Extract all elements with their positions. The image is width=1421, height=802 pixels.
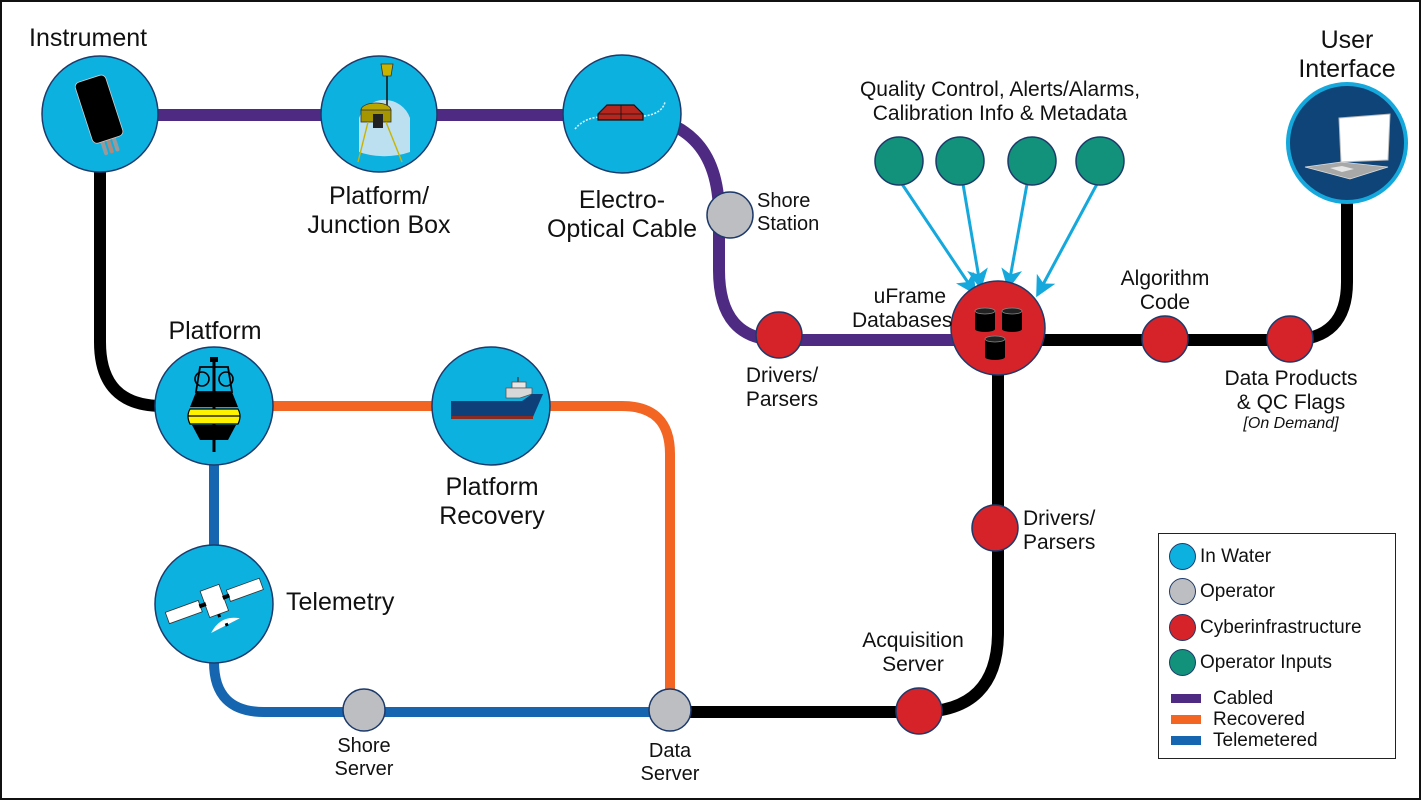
junction-box-label-line1: Platform/	[328, 182, 430, 210]
legend-item-recovered: Recovered	[1171, 710, 1305, 729]
instrument-label: Instrument	[29, 24, 148, 52]
operator-input-node-4[interactable]	[1075, 136, 1125, 186]
junction-box-node[interactable]	[320, 55, 438, 173]
acquisition-server-label-line1: Acquisition	[862, 629, 964, 652]
legend-label: Recovered	[1213, 709, 1305, 730]
algorithm-code-label-line2: Code	[1139, 290, 1191, 314]
cabled-swatch	[1171, 694, 1201, 703]
operator-inputs-label-line1: Quality Control, Alerts/Alarms,	[859, 78, 1141, 101]
drivers-parsers-uncabled-label: Drivers/ Parsers	[1023, 507, 1095, 555]
acquisition-server-node[interactable]	[895, 687, 943, 735]
uframe-label: uFrame Databases	[852, 285, 952, 333]
arrow-input-2	[961, 183, 988, 290]
platform-recovery-node[interactable]	[431, 346, 551, 466]
algorithm-code-node[interactable]	[1141, 315, 1189, 363]
data-products-label-line2: & QC Flags	[1236, 390, 1346, 414]
shore-server-label-line2: Server	[334, 757, 394, 780]
legend-label: Operator	[1200, 580, 1275, 602]
drivers-parsers-uncabled-label-line2: Parsers	[1023, 530, 1096, 554]
data-server-label-line1: Data	[648, 740, 692, 762]
arrow-input-1	[900, 183, 977, 295]
platform-recovery-label-line1: Platform	[445, 473, 539, 501]
data-products-node[interactable]	[1266, 315, 1314, 363]
eo-cable-label: Electro- Optical Cable	[542, 186, 702, 243]
eo-cable-label-line2: Optical Cable	[546, 214, 698, 243]
junction-box-label: Platform/ Junction Box	[299, 182, 459, 239]
shore-server-node[interactable]	[342, 688, 386, 732]
user-interface-label-line1: User	[1320, 26, 1374, 54]
legend-label: Cabled	[1213, 688, 1274, 709]
data-server-label: Data Server	[620, 740, 720, 786]
data-flow-diagram: Instrument Platform/ Junction Box Electr…	[0, 0, 1421, 800]
telemetered-swatch	[1171, 736, 1201, 745]
acquisition-server-label-line2: Server	[882, 652, 944, 676]
operator-swatch	[1169, 578, 1196, 605]
platform-node[interactable]	[154, 346, 274, 466]
recovered-swatch	[1171, 715, 1201, 724]
operator-inputs-swatch	[1169, 649, 1196, 676]
shore-server-label: Shore Server	[314, 735, 414, 781]
legend-item-cyberinfrastructure: Cyberinfrastructure	[1169, 614, 1362, 641]
telemetry-label: Telemetry	[286, 588, 395, 616]
legend-item-operator: Operator	[1169, 578, 1275, 605]
operator-inputs-label: Quality Control, Alerts/Alarms, Calibrat…	[820, 78, 1180, 126]
shore-station-label: Shore Station	[757, 190, 819, 236]
drivers-parsers-cabled-label-line2: Parsers	[745, 387, 819, 411]
drivers-parsers-cabled-label-line1: Drivers/	[745, 364, 819, 387]
platform-recovery-label: Platform Recovery	[422, 473, 562, 530]
legend-label: Operator Inputs	[1200, 651, 1333, 673]
acquisition-server-label: Acquisition Server	[848, 629, 978, 677]
uframe-databases-node[interactable]	[950, 280, 1046, 376]
legend-label: In Water	[1200, 545, 1272, 567]
shore-station-label-line1: Shore	[757, 190, 811, 212]
algorithm-code-label: Algorithm Code	[1110, 267, 1220, 315]
user-interface-label-line2: Interface	[1298, 54, 1396, 83]
on-demand-note: [On Demand]	[1243, 414, 1339, 432]
legend-label: Cyberinfrastructure	[1200, 616, 1362, 638]
algorithm-code-label-line1: Algorithm	[1120, 267, 1210, 290]
eo-cable-node[interactable]	[562, 54, 682, 174]
drivers-parsers-uncabled-label-line1: Drivers/	[1023, 507, 1096, 530]
user-interface-node[interactable]	[1286, 82, 1408, 204]
telemetry-node[interactable]	[154, 544, 274, 664]
user-interface-label: User Interface	[1287, 26, 1407, 83]
data-server-node[interactable]	[648, 688, 692, 732]
data-server-label-line2: Server	[640, 762, 700, 785]
operator-input-node-3[interactable]	[1007, 136, 1057, 186]
arrow-input-3	[1001, 183, 1029, 290]
legend-item-cabled: Cabled	[1171, 689, 1273, 708]
cyberinfrastructure-swatch	[1169, 614, 1196, 641]
legend-item-operator-inputs: Operator Inputs	[1169, 649, 1332, 676]
line-recovered	[214, 401, 675, 714]
drivers-parsers-uncabled-node[interactable]	[971, 504, 1019, 552]
legend-item-telemetered: Telemetered	[1171, 731, 1318, 750]
in-water-swatch	[1169, 543, 1196, 570]
legend-label: Telemetered	[1213, 730, 1318, 751]
shore-station-label-line2: Station	[757, 212, 820, 235]
operator-input-node-1[interactable]	[874, 136, 924, 186]
uframe-label-line2: Databases	[852, 308, 953, 332]
instrument-node[interactable]	[41, 55, 159, 173]
operator-inputs-label-line2: Calibration Info & Metadata	[872, 101, 1128, 125]
shore-server-label-line1: Shore	[337, 735, 391, 757]
uframe-label-line1: uFrame	[873, 285, 946, 308]
line-telemetered	[209, 406, 670, 717]
legend: In Water Operator Cyberinfrastructure Op…	[1158, 533, 1396, 759]
platform-label: Platform	[168, 317, 262, 345]
arrow-input-4	[1036, 183, 1099, 298]
eo-cable-label-line1: Electro-	[578, 186, 666, 214]
shore-station-node[interactable]	[706, 191, 754, 239]
drivers-parsers-cabled-node[interactable]	[755, 311, 803, 359]
data-products-label: Data Products & QC Flags [On Demand]	[1210, 367, 1372, 433]
drivers-parsers-cabled-label: Drivers/ Parsers	[727, 364, 837, 412]
legend-item-in-water: In Water	[1169, 543, 1271, 570]
data-products-label-line1: Data Products	[1224, 367, 1358, 390]
platform-recovery-label-line2: Recovery	[439, 501, 545, 530]
operator-input-node-2[interactable]	[935, 136, 985, 186]
junction-box-label-line2: Junction Box	[307, 210, 451, 239]
